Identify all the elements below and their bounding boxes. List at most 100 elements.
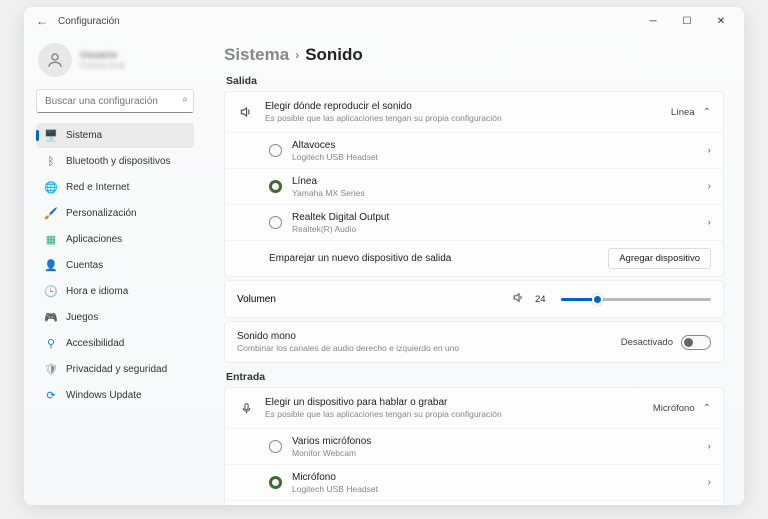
mono-card: Sonido mono Combinar los canales de audi… [224, 321, 724, 363]
volume-card: Volumen 24 [224, 280, 724, 318]
nav-item[interactable]: 🎮 Juegos [36, 305, 194, 330]
nav-item[interactable]: 🖌️ Personalización [36, 201, 194, 226]
input-choose-card: Elegir un dispositivo para hablar o grab… [224, 387, 724, 505]
device-row[interactable]: MicrófonoLogitech USB Headset › [225, 464, 723, 500]
chevron-right-icon: › [708, 217, 711, 228]
radio-button[interactable] [269, 440, 282, 453]
device-sub: Yamaha MX Series [292, 188, 698, 198]
output-choose-row[interactable]: Elegir dónde reproducir el sonido Es pos… [225, 92, 723, 132]
device-row[interactable]: LíneaYamaha MX Series › [225, 500, 723, 505]
mono-state: Desactivado [621, 337, 673, 348]
window-title: Configuración [58, 16, 120, 27]
mono-row: Sonido mono Combinar los canales de audi… [225, 322, 723, 362]
device-title: Varios micrófonos [292, 436, 698, 447]
nav-icon: 🖌️ [44, 207, 58, 221]
titlebar: ← Configuración ─ ☐ ✕ [24, 7, 744, 35]
nav-item[interactable]: 🕒 Hora e idioma [36, 279, 194, 304]
maximize-button[interactable]: ☐ [670, 7, 704, 35]
nav-icon: ⚲ [44, 337, 58, 351]
breadcrumb-current: Sonido [305, 45, 363, 65]
search-input[interactable] [36, 89, 194, 113]
nav-item[interactable]: ▦ Aplicaciones [36, 227, 194, 252]
user-name: Usuario [80, 50, 124, 61]
nav-icon: 👤 [44, 259, 58, 273]
breadcrumb: Sistema › Sonido [224, 45, 724, 65]
close-button[interactable]: ✕ [704, 7, 738, 35]
nav-icon: 🛡 [44, 363, 58, 377]
device-row[interactable]: Varios micrófonosMonitor Webcam › [225, 428, 723, 464]
breadcrumb-parent[interactable]: Sistema [224, 45, 289, 65]
nav-label: Personalización [66, 208, 137, 219]
nav-icon: ᛒ [44, 155, 58, 169]
device-title: Micrófono [292, 472, 698, 483]
back-button[interactable]: ← [30, 14, 54, 28]
main-content[interactable]: Sistema › Sonido Salida Elegir dónde rep… [202, 35, 744, 505]
nav-item[interactable]: ⟳Windows Update [36, 383, 194, 408]
input-choose-sub: Es posible que las aplicaciones tengan s… [265, 409, 643, 419]
nav-label: Hora e idioma [66, 286, 128, 297]
mono-toggle[interactable] [681, 335, 711, 350]
nav-item[interactable]: ⚲Accesibilidad [36, 331, 194, 356]
nav-label: Privacidad y seguridad [66, 364, 167, 375]
sidebar: Usuario Cuenta local ⌕ 🖥️Sistema ᛒ Bluetoo… [24, 35, 202, 505]
chevron-right-icon: › [295, 48, 299, 62]
nav-icon: 🎮 [44, 311, 58, 325]
mono-title: Sonido mono [237, 331, 611, 342]
output-heading: Salida [226, 75, 724, 87]
search-icon: ⌕ [182, 94, 188, 105]
nav-icon: ▦ [44, 233, 58, 247]
radio-button[interactable] [269, 476, 282, 489]
nav-label: Cuentas [66, 260, 103, 271]
device-title: Realtek Digital Output [292, 212, 698, 223]
nav-item[interactable]: 🛡 Privacidad y seguridad [36, 357, 194, 382]
device-sub: Monitor Webcam [292, 448, 698, 458]
input-choose-row[interactable]: Elegir un dispositivo para hablar o grab… [225, 388, 723, 428]
nav: 🖥️Sistema ᛒ Bluetooth y dispositivos 🌐 Red e… [36, 123, 194, 408]
mic-icon [237, 402, 255, 415]
nav-item[interactable]: 🌐 Red e Internet [36, 175, 194, 200]
nav-item[interactable]: 👤 Cuentas [36, 253, 194, 278]
nav-label: Juegos [66, 312, 98, 323]
volume-value: 24 [535, 294, 551, 305]
radio-button[interactable] [269, 216, 282, 229]
speaker-icon [237, 105, 255, 119]
volume-icon[interactable] [512, 291, 525, 307]
output-choose-title: Elegir dónde reproducir el sonido [265, 101, 661, 112]
nav-label: Windows Update [66, 390, 142, 401]
nav-item[interactable]: 🖥️Sistema [36, 123, 194, 148]
avatar [38, 43, 72, 77]
settings-window: ← Configuración ─ ☐ ✕ Usuario Cuenta loc… [24, 7, 744, 505]
device-row[interactable]: AltavocesLogitech USB Headset › [225, 132, 723, 168]
add-device-button[interactable]: Agregar dispositivo [608, 248, 711, 269]
output-choose-sub: Es posible que las aplicaciones tengan s… [265, 113, 661, 123]
device-row[interactable]: LíneaYamaha MX Series › [225, 168, 723, 204]
radio-button[interactable] [269, 144, 282, 157]
mono-sub: Combinar los canales de audio derecho e … [237, 343, 611, 353]
radio-button[interactable] [269, 180, 282, 193]
chevron-right-icon: › [708, 181, 711, 192]
volume-label: Volumen [237, 294, 502, 305]
input-current-value: Micrófono [653, 403, 695, 414]
device-sub: Logitech USB Headset [292, 484, 698, 494]
device-title: Altavoces [292, 140, 698, 151]
user-block[interactable]: Usuario Cuenta local [36, 39, 194, 87]
nav-label: Bluetooth y dispositivos [66, 156, 171, 167]
nav-icon: 🕒 [44, 285, 58, 299]
search-box: ⌕ [36, 89, 194, 113]
output-choose-card: Elegir dónde reproducir el sonido Es pos… [224, 91, 724, 277]
device-row[interactable]: Realtek Digital OutputRealtek(R) Audio › [225, 204, 723, 240]
chevron-up-icon: ⌃ [703, 107, 711, 118]
device-title: Línea [292, 176, 698, 187]
device-sub: Realtek(R) Audio [292, 224, 698, 234]
chevron-up-icon: ⌃ [703, 403, 711, 414]
nav-label: Aplicaciones [66, 234, 122, 245]
chevron-right-icon: › [708, 145, 711, 156]
volume-row: Volumen 24 [225, 281, 723, 317]
nav-icon: 🌐 [44, 181, 58, 195]
volume-slider[interactable] [561, 298, 711, 301]
nav-label: Red e Internet [66, 182, 129, 193]
minimize-button[interactable]: ─ [636, 7, 670, 35]
output-current-value: Línea [671, 107, 695, 118]
device-sub: Logitech USB Headset [292, 152, 698, 162]
nav-item[interactable]: ᛒ Bluetooth y dispositivos [36, 149, 194, 174]
